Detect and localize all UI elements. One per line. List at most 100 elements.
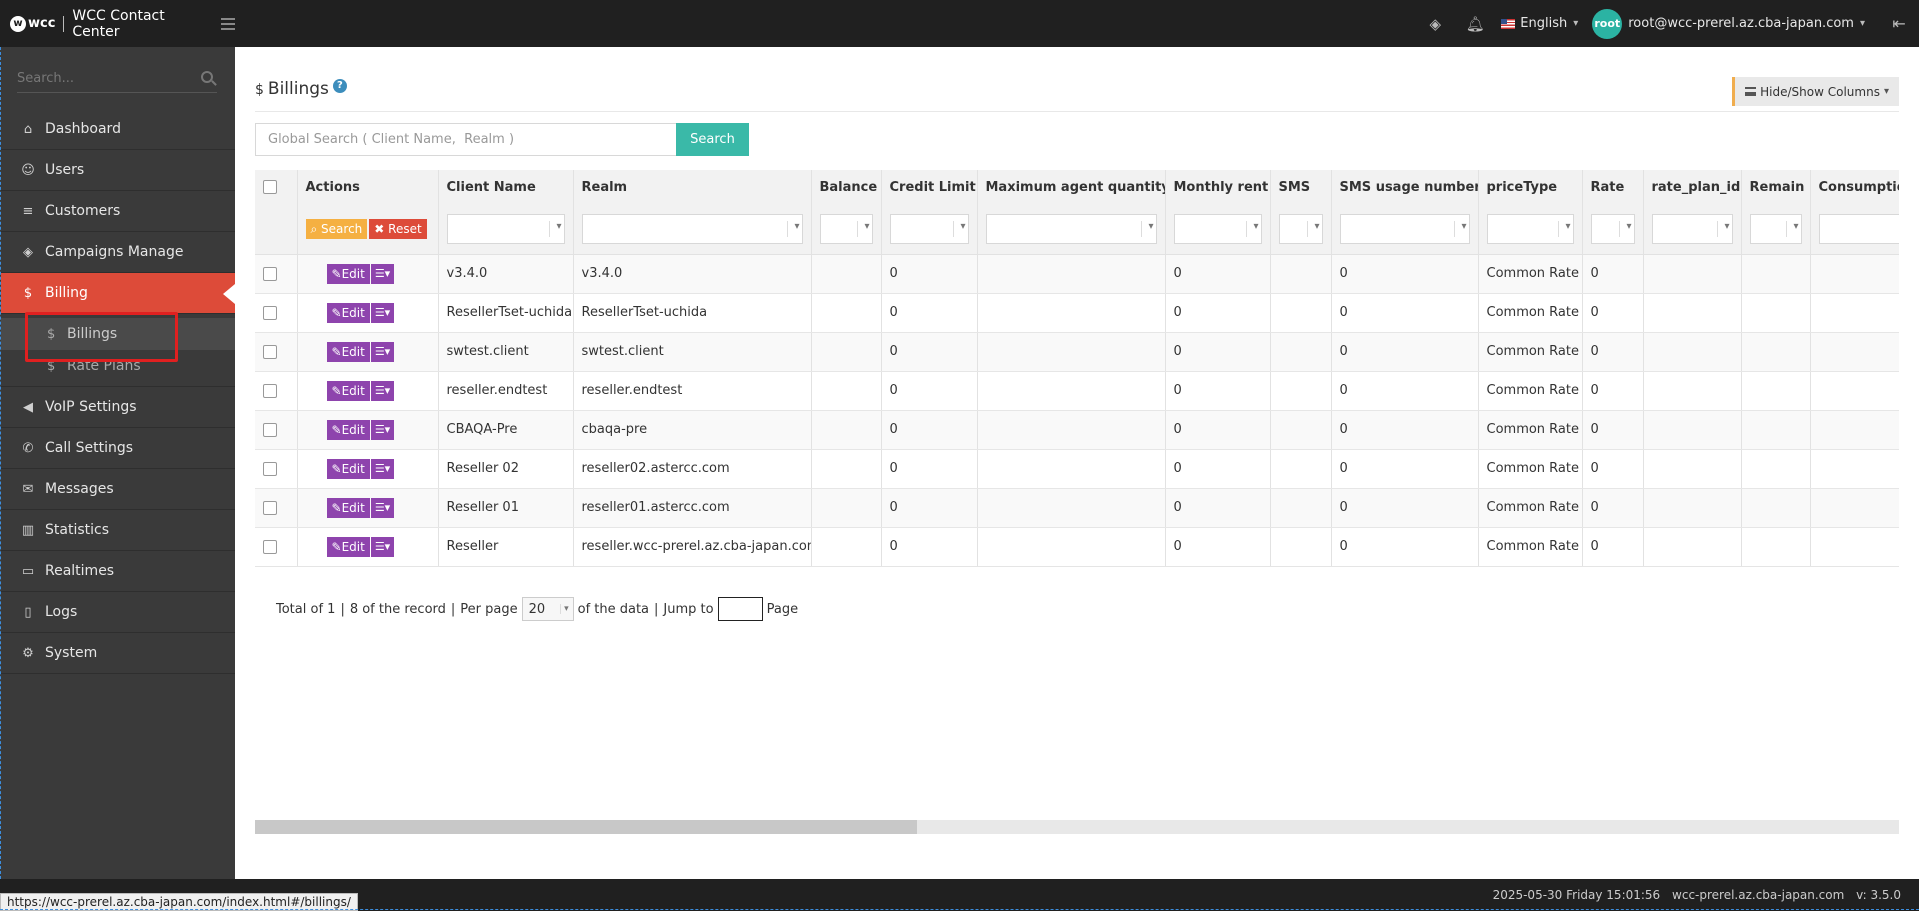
row-select-cell xyxy=(255,527,298,566)
filter-select-balance[interactable] xyxy=(819,213,873,244)
row-edit-group: ✎Edit ☰▾ xyxy=(326,263,395,284)
balance-cell xyxy=(811,293,882,333)
column-header[interactable]: Client Name xyxy=(438,170,574,204)
more-actions-button[interactable]: ☰▾ xyxy=(370,380,395,401)
consumption-cell xyxy=(1810,293,1899,333)
sidebar-item-campaigns-manage[interactable]: ◈ Campaigns Manage xyxy=(1,232,235,273)
edit-button[interactable]: ✎Edit xyxy=(326,302,370,323)
layers-icon[interactable]: ◈ xyxy=(1415,0,1455,47)
sidebar-item-voip-settings[interactable]: ◀ VoIP Settings xyxy=(1,387,235,428)
column-header[interactable]: Realm xyxy=(573,170,812,204)
more-actions-button[interactable]: ☰▾ xyxy=(370,419,395,440)
column-header[interactable]: Remain xyxy=(1741,170,1811,204)
column-header[interactable]: Consumption xyxy=(1810,170,1899,204)
row-checkbox[interactable] xyxy=(263,383,277,398)
sidebar-search-input[interactable] xyxy=(17,65,187,91)
row-checkbox[interactable] xyxy=(263,461,277,476)
pager-of-data: of the data xyxy=(577,601,650,617)
credit-limit-cell: 0 xyxy=(881,332,978,372)
sidebar-search xyxy=(17,65,217,93)
sidebar-item-billing[interactable]: $ Billing xyxy=(1,273,235,314)
sidebar-item-messages[interactable]: ✉ Messages xyxy=(1,469,235,510)
filter-select-remain[interactable] xyxy=(1749,213,1802,244)
menu-toggle-icon[interactable] xyxy=(221,17,235,30)
row-checkbox[interactable] xyxy=(263,500,277,515)
edit-button[interactable]: ✎Edit xyxy=(326,380,370,401)
search-icon[interactable] xyxy=(201,71,213,83)
more-actions-button[interactable]: ☰▾ xyxy=(370,302,395,323)
language-selector[interactable]: English ▾ xyxy=(1501,16,1578,31)
rate-cell: 0 xyxy=(1582,371,1644,411)
column-header[interactable]: Balance xyxy=(811,170,882,204)
select-all-checkbox[interactable] xyxy=(263,180,277,194)
filter-select-sms[interactable] xyxy=(1278,213,1323,244)
filter-select-consumption[interactable] xyxy=(1818,213,1899,244)
filter-select-sms-usage[interactable] xyxy=(1339,213,1470,244)
edit-label: Edit xyxy=(341,305,365,320)
user-menu[interactable]: root root@wcc-prerel.az.cba-japan.com ▾ xyxy=(1592,8,1865,39)
filter-select-rate[interactable] xyxy=(1590,213,1635,244)
scrollbar-thumb[interactable] xyxy=(255,820,917,834)
edit-button[interactable]: ✎Edit xyxy=(326,497,370,518)
sidebar-item-users[interactable]: ☺ Users xyxy=(1,150,235,191)
sidebar-item-label: Messages xyxy=(45,481,114,497)
row-checkbox[interactable] xyxy=(263,344,277,359)
column-header[interactable]: SMS usage number xyxy=(1331,170,1479,204)
row-checkbox[interactable] xyxy=(263,422,277,437)
filter-select-realm[interactable] xyxy=(581,213,803,244)
more-actions-button[interactable]: ☰▾ xyxy=(370,341,395,362)
global-search-input[interactable] xyxy=(255,123,676,156)
wcc-logo[interactable]: w wcc xyxy=(10,15,55,32)
per-page-select[interactable]: 20 ▾ xyxy=(521,597,574,621)
row-checkbox[interactable] xyxy=(263,266,277,281)
filter-select-client-name[interactable] xyxy=(446,213,565,244)
more-actions-button[interactable]: ☰▾ xyxy=(370,536,395,557)
more-actions-button[interactable]: ☰▾ xyxy=(370,263,395,284)
column-header[interactable]: SMS xyxy=(1270,170,1332,204)
hide-show-columns-button[interactable]: Hide/Show Columns ▾ xyxy=(1732,77,1899,106)
column-header[interactable]: Rate xyxy=(1582,170,1644,204)
sidebar-item-call-settings[interactable]: ✆ Call Settings xyxy=(1,428,235,469)
filter-select-rate-plan-id[interactable] xyxy=(1651,213,1733,244)
sidebar-item-statistics[interactable]: ▥ Statistics xyxy=(1,510,235,551)
row-checkbox[interactable] xyxy=(263,539,277,554)
filter-select-credit-limit[interactable] xyxy=(889,213,969,244)
max-agent-cell xyxy=(977,410,1166,450)
column-header[interactable]: rate_plan_id xyxy=(1643,170,1742,204)
column-header[interactable]: priceType xyxy=(1478,170,1583,204)
edit-button[interactable]: ✎Edit xyxy=(326,341,370,362)
filter-select-max-agent[interactable] xyxy=(985,213,1157,244)
filter-reset-button[interactable]: ✖ Reset xyxy=(369,218,427,239)
bell-icon[interactable]: 🔔︎ xyxy=(1455,0,1495,47)
sidebar-item-realtimes[interactable]: ▭ Realtimes xyxy=(1,551,235,592)
edit-button[interactable]: ✎Edit xyxy=(326,419,370,440)
remain-cell xyxy=(1741,371,1811,411)
column-header[interactable]: Monthly rent xyxy=(1165,170,1271,204)
filter-select-price-type[interactable] xyxy=(1486,213,1574,244)
sidebar-item-customers[interactable]: ≡ Customers xyxy=(1,191,235,232)
filter-search-button[interactable]: ⌕ Search xyxy=(305,218,368,239)
global-search-button[interactable]: Search xyxy=(676,123,749,156)
row-checkbox[interactable] xyxy=(263,305,277,320)
edit-button[interactable]: ✎Edit xyxy=(326,458,370,479)
horizontal-scrollbar[interactable] xyxy=(255,820,1899,834)
logout-icon[interactable]: ⇤ xyxy=(1879,0,1919,47)
more-actions-button[interactable]: ☰▾ xyxy=(370,497,395,518)
monthly-rent-cell: 0 xyxy=(1165,527,1271,566)
selection-dashed-border xyxy=(0,909,1919,910)
sidebar-item-system[interactable]: ⚙ System xyxy=(1,633,235,674)
column-header[interactable]: Credit Limit xyxy=(881,170,978,204)
sms-usage-cell: 0 xyxy=(1331,254,1479,294)
column-header[interactable]: Maximum agent quantity xyxy=(977,170,1166,204)
filter-cell xyxy=(1810,204,1899,255)
sidebar-item-dashboard[interactable]: ⌂ Dashboard xyxy=(1,109,235,150)
edit-button[interactable]: ✎Edit xyxy=(326,536,370,557)
jump-to-page-input[interactable] xyxy=(717,597,763,621)
database-icon: ≡ xyxy=(22,203,34,219)
credit-limit-cell: 0 xyxy=(881,449,978,489)
sidebar-item-logs[interactable]: ▯ Logs xyxy=(1,592,235,633)
more-actions-button[interactable]: ☰▾ xyxy=(370,458,395,479)
filter-select-monthly-rent[interactable] xyxy=(1173,213,1262,244)
edit-button[interactable]: ✎Edit xyxy=(326,263,370,284)
help-icon[interactable]: ? xyxy=(332,79,347,93)
